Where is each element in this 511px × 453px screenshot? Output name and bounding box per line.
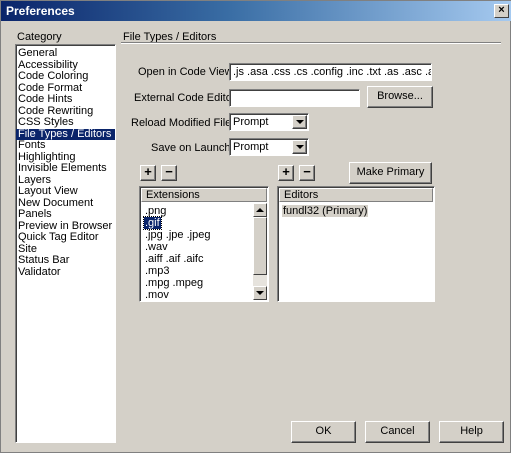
- save-on-launch-select[interactable]: Prompt: [229, 138, 309, 156]
- category-item[interactable]: Panels: [16, 209, 115, 221]
- category-item[interactable]: New Document: [16, 198, 115, 210]
- reload-modified-files-select[interactable]: Prompt: [229, 113, 309, 131]
- arrow-down-icon[interactable]: [253, 286, 267, 300]
- scroll-thumb[interactable]: [253, 217, 267, 275]
- extension-item[interactable]: .aiff .aif .aifc: [144, 253, 205, 265]
- chevron-down-icon[interactable]: [292, 115, 307, 129]
- help-button[interactable]: Help: [439, 421, 504, 443]
- external-code-editor-field[interactable]: [229, 89, 360, 107]
- extensions-header: Extensions: [141, 188, 267, 202]
- remove-extension-button[interactable]: −: [161, 165, 177, 181]
- category-list[interactable]: General Accessibility Code Coloring Code Fo…: [15, 44, 116, 443]
- browse-button[interactable]: Browse...: [367, 86, 433, 108]
- category-item[interactable]: Layers: [16, 175, 115, 187]
- extension-item[interactable]: .mpg .mpeg: [144, 277, 204, 289]
- preferences-dialog: Preferences × Category General Accessibil…: [0, 0, 511, 453]
- editors-header: Editors: [279, 188, 433, 202]
- add-editor-button[interactable]: +: [278, 165, 294, 181]
- editor-item[interactable]: fundl32 (Primary): [282, 205, 369, 217]
- extension-item[interactable]: .mov: [144, 289, 170, 301]
- close-icon: ×: [498, 4, 505, 16]
- reload-modified-files-value: Prompt: [233, 116, 269, 128]
- cancel-button[interactable]: Cancel: [365, 421, 430, 443]
- section-divider: [121, 42, 501, 44]
- external-code-editor-label: External Code Editor:: [134, 92, 239, 104]
- open-in-code-view-label: Open in Code View:: [138, 66, 236, 78]
- category-item[interactable]: Preview in Browser: [16, 221, 115, 233]
- save-on-launch-value: Prompt: [233, 141, 269, 153]
- category-item[interactable]: Code Hints: [16, 94, 115, 106]
- extension-item[interactable]: .gif: [143, 216, 162, 230]
- category-item[interactable]: Invisible Elements: [16, 163, 115, 175]
- category-item[interactable]: Code Coloring: [16, 71, 115, 83]
- category-item[interactable]: Highlighting: [16, 152, 115, 164]
- category-item[interactable]: Code Format: [16, 83, 115, 95]
- reload-modified-files-label: Reload Modified Files:: [131, 117, 240, 129]
- category-item[interactable]: Site: [16, 244, 115, 256]
- ok-button[interactable]: OK: [291, 421, 356, 443]
- close-button[interactable]: ×: [494, 4, 509, 18]
- category-item[interactable]: File Types / Editors: [16, 128, 115, 140]
- make-primary-button[interactable]: Make Primary: [349, 162, 432, 184]
- add-extension-button[interactable]: +: [140, 165, 156, 181]
- category-item[interactable]: Code Rewriting: [16, 106, 115, 118]
- category-label: Category: [17, 31, 62, 43]
- extension-item[interactable]: .png: [144, 205, 167, 217]
- extension-item[interactable]: .wav: [144, 241, 169, 253]
- category-item[interactable]: Status Bar: [16, 255, 115, 267]
- category-item[interactable]: Validator: [16, 267, 115, 279]
- window-title: Preferences: [6, 4, 75, 18]
- arrow-up-icon[interactable]: [253, 203, 267, 217]
- save-on-launch-label: Save on Launch:: [151, 142, 234, 154]
- extensions-scrollbar[interactable]: [253, 203, 267, 300]
- category-item[interactable]: General: [16, 48, 115, 60]
- category-item[interactable]: Quick Tag Editor: [16, 232, 115, 244]
- extension-item[interactable]: .mp3: [144, 265, 170, 277]
- category-item[interactable]: Layout View: [16, 186, 115, 198]
- editors-list[interactable]: Editors fundl32 (Primary): [277, 186, 435, 302]
- extension-item[interactable]: .jpg .jpe .jpeg: [144, 229, 211, 241]
- category-item[interactable]: Accessibility: [16, 60, 115, 72]
- category-item[interactable]: Fonts: [16, 140, 115, 152]
- open-in-code-view-field[interactable]: .js .asa .css .cs .config .inc .txt .as …: [229, 63, 432, 81]
- chevron-down-icon[interactable]: [292, 140, 307, 154]
- remove-editor-button[interactable]: −: [299, 165, 315, 181]
- category-item[interactable]: CSS Styles: [16, 117, 115, 129]
- extensions-list[interactable]: Extensions .png .gif .jpg .jpe .jpeg .wav .a…: [139, 186, 269, 302]
- title-bar: Preferences ×: [1, 1, 511, 21]
